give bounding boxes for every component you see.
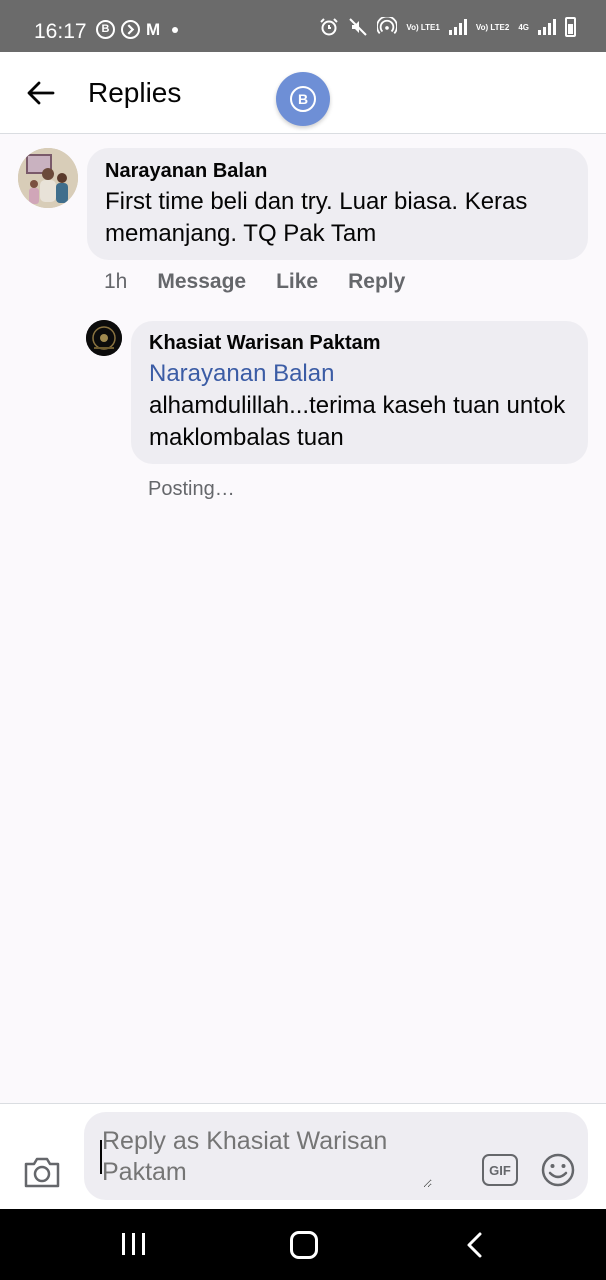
reply-composer: GIF bbox=[0, 1103, 606, 1209]
comment-text: First time beli dan try. Luar biasa. Ker… bbox=[105, 188, 528, 247]
page-avatar[interactable] bbox=[86, 320, 122, 356]
reply-box[interactable]: GIF bbox=[84, 1112, 588, 1200]
camera-icon bbox=[24, 1157, 60, 1188]
recent-apps-button[interactable] bbox=[122, 1233, 145, 1255]
emoji-button[interactable] bbox=[540, 1152, 576, 1188]
hotspot-icon bbox=[377, 17, 398, 37]
arrow-left-icon bbox=[27, 81, 55, 105]
camera-button[interactable] bbox=[22, 1154, 62, 1194]
mute-icon bbox=[348, 17, 368, 37]
reply-bubble[interactable]: Khasiat Warisan Paktam Narayanan Balan a… bbox=[131, 321, 588, 464]
chevron-left-icon bbox=[467, 1232, 482, 1258]
commenter-avatar[interactable] bbox=[18, 148, 78, 208]
reply-button[interactable]: Reply bbox=[348, 270, 405, 294]
posting-status: Posting… bbox=[148, 478, 235, 500]
comment-bubble[interactable]: Narayanan Balan First time beli dan try.… bbox=[87, 148, 588, 260]
b-badge-icon: B bbox=[290, 86, 316, 112]
gmail-icon: M bbox=[146, 20, 161, 39]
reply-text: alhamdulillah...terima kaseh tuan untok … bbox=[149, 392, 566, 451]
status-bar: 16:17 B M Vo) LTE1 Vo) LTE2 4G bbox=[0, 0, 606, 52]
comment-actions: 1h Message Like Reply bbox=[104, 270, 405, 294]
gif-button[interactable]: GIF bbox=[482, 1154, 518, 1186]
home-button[interactable] bbox=[290, 1231, 318, 1259]
reply-author[interactable]: Khasiat Warisan Paktam bbox=[149, 330, 570, 356]
status-right-icons: Vo) LTE1 Vo) LTE2 4G bbox=[319, 17, 576, 37]
smiley-icon bbox=[541, 1153, 575, 1187]
signal-bars-1-icon bbox=[448, 19, 467, 35]
alarm-icon bbox=[319, 17, 339, 37]
android-nav-bar bbox=[0, 1209, 606, 1280]
signal-bars-2-icon bbox=[538, 19, 556, 35]
volte1-signal-icon: Vo) LTE1 bbox=[406, 22, 440, 32]
text-cursor bbox=[100, 1140, 102, 1174]
notification-dot-icon bbox=[172, 26, 179, 33]
page-title: Replies bbox=[88, 77, 182, 108]
4g-signal-icon: 4G bbox=[518, 22, 529, 32]
forward-circle-icon bbox=[121, 20, 140, 39]
comment-author[interactable]: Narayanan Balan bbox=[105, 158, 570, 184]
nav-back-button[interactable] bbox=[464, 1231, 486, 1259]
b-badge-icon: B bbox=[96, 20, 115, 39]
floating-b-button[interactable]: B bbox=[276, 72, 330, 126]
mention-link[interactable]: Narayanan Balan bbox=[149, 358, 570, 390]
status-time: 16:17 bbox=[34, 20, 87, 43]
message-button[interactable]: Message bbox=[157, 270, 246, 294]
reply-input[interactable] bbox=[102, 1126, 432, 1188]
battery-icon bbox=[565, 17, 576, 37]
status-left-icons: B M bbox=[96, 20, 179, 39]
volte2-signal-icon: Vo) LTE2 bbox=[475, 22, 510, 32]
comment-timestamp[interactable]: 1h bbox=[104, 270, 127, 294]
replies-header: Replies B bbox=[0, 52, 606, 134]
like-button[interactable]: Like bbox=[276, 270, 318, 294]
back-button[interactable] bbox=[22, 74, 60, 112]
